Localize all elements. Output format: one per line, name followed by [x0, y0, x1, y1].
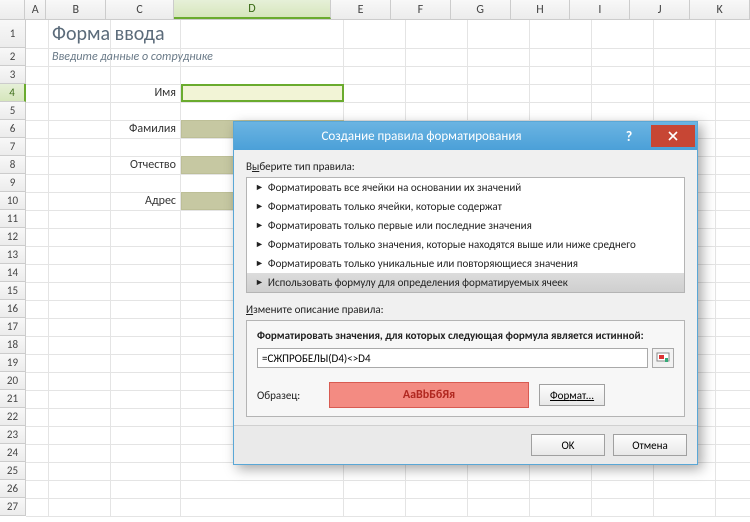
row-header-23[interactable]: 23 [0, 426, 26, 444]
rule-type-item[interactable]: ► Использовать формулу для определения фо… [247, 273, 684, 292]
row-header-7[interactable]: 7 [0, 138, 26, 156]
rule-type-label: Форматировать только ячейки, которые сод… [268, 200, 502, 213]
row-header-12[interactable]: 12 [0, 228, 26, 246]
label-patronymic: Отчество [110, 156, 180, 174]
row-header-22[interactable]: 22 [0, 408, 26, 426]
col-header-A[interactable]: A [25, 0, 46, 19]
arrow-right-icon: ► [255, 239, 264, 250]
row-header-6[interactable]: 6 [0, 120, 26, 138]
col-header-C[interactable]: C [106, 0, 174, 19]
label-address: Адрес [110, 192, 180, 210]
select-rule-type-label: Выберите тип правила: [246, 160, 685, 173]
rule-type-item[interactable]: ► Форматировать все ячейки на основании и… [247, 178, 684, 197]
col-header-H[interactable]: H [511, 0, 571, 19]
rule-type-list[interactable]: ► Форматировать все ячейки на основании и… [246, 177, 685, 293]
rule-type-item[interactable]: ► Форматировать только значения, которые … [247, 235, 684, 254]
row-header-13[interactable]: 13 [0, 246, 26, 264]
col-header-K[interactable]: K [690, 0, 750, 19]
sample-preview: АаВbБбЯя [329, 382, 529, 408]
ok-button[interactable]: OK [531, 434, 605, 456]
col-header-D[interactable]: D [174, 0, 331, 19]
arrow-right-icon: ► [255, 277, 264, 288]
rule-type-label: Форматировать все ячейки на основании их… [268, 181, 521, 194]
row-header-2[interactable]: 2 [0, 48, 26, 66]
help-button[interactable]: ? [609, 125, 649, 147]
rule-type-item[interactable]: ► Форматировать только уникальные или пов… [247, 254, 684, 273]
rule-type-item[interactable]: ► Форматировать только первые или последн… [247, 216, 684, 235]
row-header-9[interactable]: 9 [0, 174, 26, 192]
row-header-18[interactable]: 18 [0, 336, 26, 354]
arrow-right-icon: ► [255, 182, 264, 193]
arrow-right-icon: ► [255, 220, 264, 231]
row-header-19[interactable]: 19 [0, 354, 26, 372]
cancel-button[interactable]: Отмена [613, 434, 687, 456]
formula-input[interactable] [257, 348, 648, 368]
row-header-27[interactable]: 27 [0, 498, 26, 516]
arrow-right-icon: ► [255, 201, 264, 212]
row-header-25[interactable]: 25 [0, 462, 26, 480]
row-header-5[interactable]: 5 [0, 102, 26, 120]
row-header-3[interactable]: 3 [0, 66, 26, 84]
sheet-subtitle: Введите данные о сотруднике [52, 50, 213, 64]
formula-label: Форматировать значения, для которых след… [257, 329, 674, 342]
rule-type-item[interactable]: ► Форматировать только ячейки, которые со… [247, 197, 684, 216]
edit-rule-label: Измените описание правила: [246, 303, 685, 316]
label-name: Имя [110, 84, 180, 102]
range-selector-icon [656, 352, 670, 364]
rule-type-label: Форматировать только первые или последни… [268, 219, 532, 232]
row-header-15[interactable]: 15 [0, 282, 26, 300]
col-header-G[interactable]: G [451, 0, 511, 19]
col-header-E[interactable]: E [331, 0, 391, 19]
rule-type-label: Форматировать только уникальные или повт… [268, 257, 578, 270]
rule-type-label: Использовать формулу для определения фор… [268, 276, 568, 289]
close-button[interactable] [651, 125, 695, 147]
row-header-10[interactable]: 10 [0, 192, 26, 210]
row-headers: 1234567891011121314151617181920212223242… [0, 20, 26, 516]
row-header-17[interactable]: 17 [0, 318, 26, 336]
col-header-B[interactable]: B [46, 0, 106, 19]
row-header-14[interactable]: 14 [0, 264, 26, 282]
collapse-range-button[interactable] [652, 348, 674, 368]
col-header-F[interactable]: F [391, 0, 451, 19]
select-all-corner[interactable] [0, 0, 25, 19]
dialog-title: Создание правила форматирования [234, 129, 609, 144]
row-header-24[interactable]: 24 [0, 444, 26, 462]
format-button[interactable]: Формат... [539, 384, 605, 406]
row-header-21[interactable]: 21 [0, 390, 26, 408]
formatting-rule-dialog: Создание правила форматирования ? Выбери… [233, 121, 698, 465]
dialog-titlebar[interactable]: Создание правила форматирования ? [234, 122, 697, 150]
row-header-1[interactable]: 1 [0, 20, 26, 48]
col-header-I[interactable]: I [570, 0, 630, 19]
input-name[interactable] [181, 84, 344, 102]
arrow-right-icon: ► [255, 258, 264, 269]
row-header-26[interactable]: 26 [0, 480, 26, 498]
label-surname: Фамилия [110, 120, 180, 138]
rule-type-label: Форматировать только значения, которые н… [268, 238, 636, 251]
col-header-J[interactable]: J [630, 0, 690, 19]
column-headers: A B C D E F G H I J K [0, 0, 750, 20]
sheet-title: Форма ввода [52, 22, 165, 46]
row-header-16[interactable]: 16 [0, 300, 26, 318]
close-icon [668, 131, 678, 141]
rule-description-box: Форматировать значения, для которых след… [246, 320, 685, 417]
row-header-4[interactable]: 4 [0, 84, 26, 102]
sample-label: Образец: [257, 389, 319, 402]
row-header-11[interactable]: 11 [0, 210, 26, 228]
row-header-20[interactable]: 20 [0, 372, 26, 390]
row-header-8[interactable]: 8 [0, 156, 26, 174]
